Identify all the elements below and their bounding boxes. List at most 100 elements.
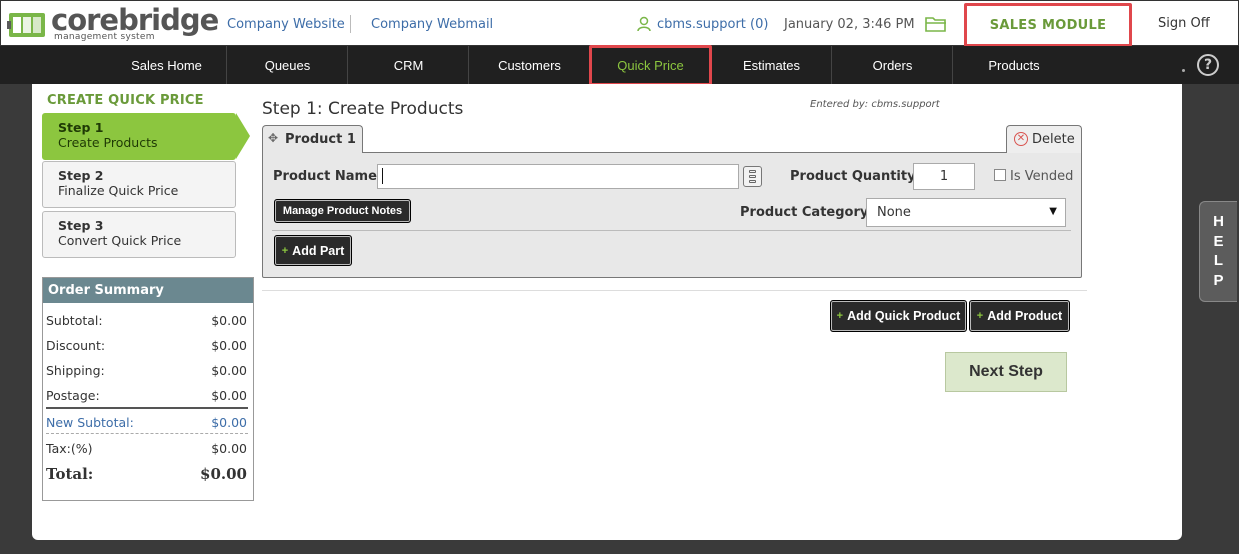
user-link[interactable]: cbms.support (0): [657, 17, 768, 32]
add-quick-product-label: Add Quick Product: [847, 309, 961, 323]
help-letter: P: [1213, 271, 1224, 289]
summary-row-new-subtotal: New Subtotal: $0.00: [46, 415, 247, 430]
help-letter: E: [1213, 232, 1224, 250]
current-datetime: January 02, 3:46 PM: [784, 17, 915, 32]
summary-value: $0.00: [211, 363, 247, 378]
product-name-label: Product Name:: [273, 169, 383, 184]
summary-row-postage: Postage: $0.00: [46, 388, 247, 403]
nav-crm[interactable]: CRM: [349, 46, 469, 84]
company-website-link[interactable]: Company Website: [227, 17, 345, 32]
summary-value: $0.00: [200, 465, 247, 483]
add-part-button[interactable]: + Add Part: [274, 235, 352, 266]
text-cursor: [382, 168, 383, 184]
plus-icon: +: [976, 310, 984, 322]
summary-value: $0.00: [211, 313, 247, 328]
summary-row-shipping: Shipping: $0.00: [46, 363, 247, 378]
page-title: Step 1: Create Products: [262, 99, 464, 119]
summary-divider: [46, 407, 248, 409]
logo-mark-icon: [7, 13, 45, 37]
dot-indicator: [1182, 69, 1185, 72]
logo-subtitle: management system: [54, 32, 155, 42]
step-title: Step 2: [58, 168, 104, 183]
nav-sales-home[interactable]: Sales Home: [107, 46, 227, 84]
manage-notes-label: Manage Product Notes: [282, 205, 403, 217]
user-icon: [637, 16, 651, 32]
product-category-value: None: [877, 205, 911, 220]
main-nav: Sales Home Queues CRM Customers Quick Pr…: [0, 46, 1239, 84]
next-step-button[interactable]: Next Step: [945, 352, 1067, 392]
product-name-input[interactable]: [377, 164, 739, 189]
product-quantity-label: Product Quantity:: [790, 169, 921, 184]
step-title: Step 1: [58, 120, 104, 135]
order-summary: Order Summary Subtotal: $0.00 Discount: …: [42, 277, 254, 501]
summary-label: Subtotal:: [46, 313, 103, 328]
plus-icon: +: [281, 244, 289, 257]
step-1-create-products[interactable]: Step 1 Create Products: [42, 113, 236, 160]
product-tab-label: Product 1: [285, 132, 356, 147]
nav-quick-price[interactable]: Quick Price: [591, 46, 711, 84]
sales-module-label: SALES MODULE: [989, 17, 1107, 33]
help-letter: L: [1213, 252, 1224, 269]
add-product-label: Add Product: [987, 309, 1063, 323]
step-title: Step 3: [58, 218, 104, 233]
corebridge-logo[interactable]: corebridge management system: [7, 3, 219, 43]
add-part-label: Add Part: [292, 243, 345, 258]
summary-dashed-divider: [46, 433, 248, 434]
panel-divider: [272, 230, 1071, 231]
is-vended-label: Is Vended: [1010, 169, 1074, 184]
top-bar: corebridge management system Company Web…: [0, 0, 1239, 47]
sign-off-link[interactable]: Sign Off: [1158, 16, 1210, 31]
is-vended-checkbox[interactable]: [994, 169, 1006, 181]
delete-label: Delete: [1032, 132, 1075, 147]
summary-value: $0.00: [211, 441, 247, 456]
nav-orders[interactable]: Orders: [833, 46, 953, 84]
summary-row-subtotal: Subtotal: $0.00: [46, 313, 247, 328]
sidebar-title: CREATE QUICK PRICE: [47, 93, 204, 108]
order-summary-title: Order Summary: [43, 278, 253, 303]
summary-label: Discount:: [46, 338, 106, 353]
step-subtitle: Convert Quick Price: [58, 233, 182, 248]
sales-module-button[interactable]: SALES MODULE: [964, 3, 1132, 47]
nav-estimates[interactable]: Estimates: [712, 46, 832, 84]
step-subtitle: Create Products: [58, 135, 158, 150]
add-quick-product-button[interactable]: + Add Quick Product: [830, 300, 967, 332]
summary-value: $0.00: [211, 388, 247, 403]
move-icon[interactable]: ✥: [268, 132, 280, 144]
summary-label: Total:: [46, 465, 94, 483]
summary-label: Tax:(%): [46, 441, 93, 456]
help-question-icon[interactable]: ?: [1197, 54, 1219, 76]
product-quantity-input[interactable]: [913, 163, 975, 190]
company-webmail-link[interactable]: Company Webmail: [371, 17, 493, 32]
delete-product-button[interactable]: ✕ Delete: [1006, 125, 1082, 153]
nav-queues[interactable]: Queues: [228, 46, 348, 84]
nav-customers[interactable]: Customers: [470, 46, 590, 84]
summary-label: Shipping:: [46, 363, 105, 378]
section-divider: [262, 290, 1087, 291]
help-letter: H: [1213, 213, 1224, 230]
list-lookup-icon[interactable]: [743, 166, 762, 187]
product-1-tab[interactable]: ✥ Product 1: [262, 125, 363, 153]
step-2-finalize-quick-price[interactable]: Step 2 Finalize Quick Price: [42, 161, 236, 208]
product-category-label: Product Category:: [740, 205, 874, 220]
add-product-button[interactable]: + Add Product: [969, 300, 1070, 332]
step-3-convert-quick-price[interactable]: Step 3 Convert Quick Price: [42, 211, 236, 258]
summary-row-tax: Tax:(%) $0.00: [46, 441, 247, 456]
step-subtitle: Finalize Quick Price: [58, 183, 179, 198]
summary-value: $0.00: [211, 338, 247, 353]
summary-value: $0.00: [211, 415, 247, 430]
close-circle-icon: ✕: [1014, 132, 1028, 146]
summary-label: New Subtotal:: [46, 415, 134, 430]
summary-row-total: Total: $0.00: [46, 465, 247, 483]
active-step-arrow: [236, 113, 250, 159]
summary-label: Postage:: [46, 388, 100, 403]
summary-row-discount: Discount: $0.00: [46, 338, 247, 353]
manage-product-notes-button[interactable]: Manage Product Notes: [274, 199, 411, 223]
plus-icon: +: [836, 310, 844, 322]
entered-by: Entered by: cbms.support: [810, 99, 940, 110]
next-step-label: Next Step: [969, 363, 1043, 380]
nav-products[interactable]: Products: [954, 46, 1074, 84]
dropdown-arrow-icon: ▼: [1049, 206, 1057, 217]
folder-icon[interactable]: [925, 15, 947, 33]
product-category-select[interactable]: None ▼: [866, 198, 1066, 227]
help-side-tab[interactable]: H E L P: [1199, 201, 1237, 302]
